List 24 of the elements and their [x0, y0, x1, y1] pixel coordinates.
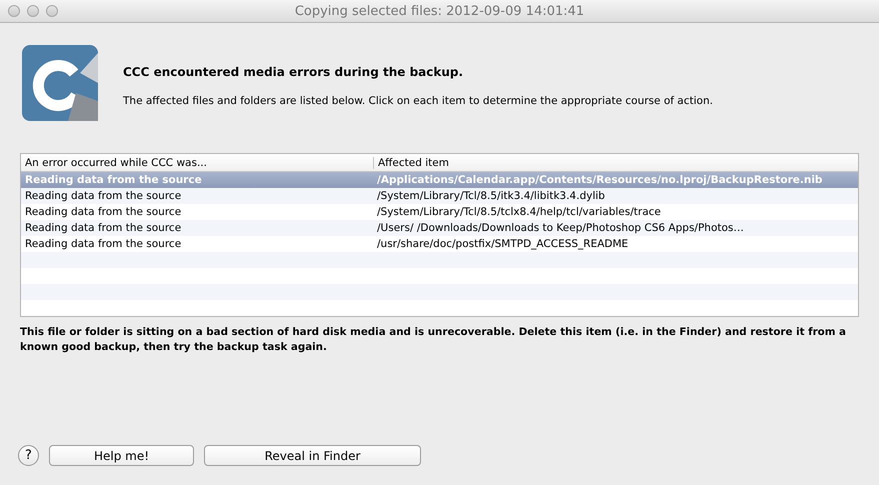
table-cell-text: Reading data from the source — [24, 190, 182, 202]
window-control[interactable] — [8, 5, 20, 17]
column-header[interactable]: An error occurred while CCC was... — [21, 156, 373, 168]
table-cell-text: Reading data from the source — [24, 222, 182, 234]
table-cell-text: /Users/ /Downloads/Downloads to Keep/Photoshop CS6 Apps/Photos… — [376, 222, 745, 234]
window-control[interactable] — [27, 5, 39, 17]
column-header[interactable]: Affected item — [373, 156, 858, 168]
table-cell-text: /Applications/Calendar.app/Contents/Resources/no.lproj/BackupRestore.nib — [376, 174, 824, 186]
table-cell-text: /System/Library/Tcl/8.5/tclx8.4/help/tcl/variables/trace — [376, 206, 662, 218]
table-cell-text: /usr/share/doc/postfix/SMTPD_ACCESS_README — [376, 238, 630, 250]
help-me-button[interactable]: Help me! — [49, 445, 194, 466]
help-button[interactable]: ? — [18, 445, 39, 466]
dialog-heading: CCC encountered media errors during the backup. — [123, 65, 464, 79]
table-cell-text: /System/Library/Tcl/8.5/itk3.4/libitk3.4.dylib — [376, 190, 606, 202]
table-cell-text: Reading data from the source — [24, 206, 182, 218]
window-control[interactable] — [46, 5, 58, 17]
window-title: Copying selected files: 2012-09-09 14:01:41 — [294, 4, 584, 18]
table-cell-text: Reading data from the source — [24, 174, 203, 186]
table-row[interactable]: Reading data from the source /Users/ /Downloads/Downloads to Keep/Photoshop CS6 Apps/Photos… — [21, 220, 858, 236]
table-cell-text: Reading data from the source — [24, 238, 182, 250]
reveal-button[interactable]: Reveal in Finder — [204, 445, 421, 466]
table-row[interactable]: Reading data from the source /System/Library/Tcl/8.5/itk3.4/libitk3.4.dylib — [21, 188, 858, 204]
error-description: This file or folder is sitting on a bad section of hard disk media and is unrecoverable. Delete this item (i.e. in the Finder) and restore it from a known good backup, then try the backup task again. — [20, 325, 848, 355]
dialog-message: The affected files and folders are listed below. Click on each item to determine the appropriate course of action. — [123, 95, 713, 107]
